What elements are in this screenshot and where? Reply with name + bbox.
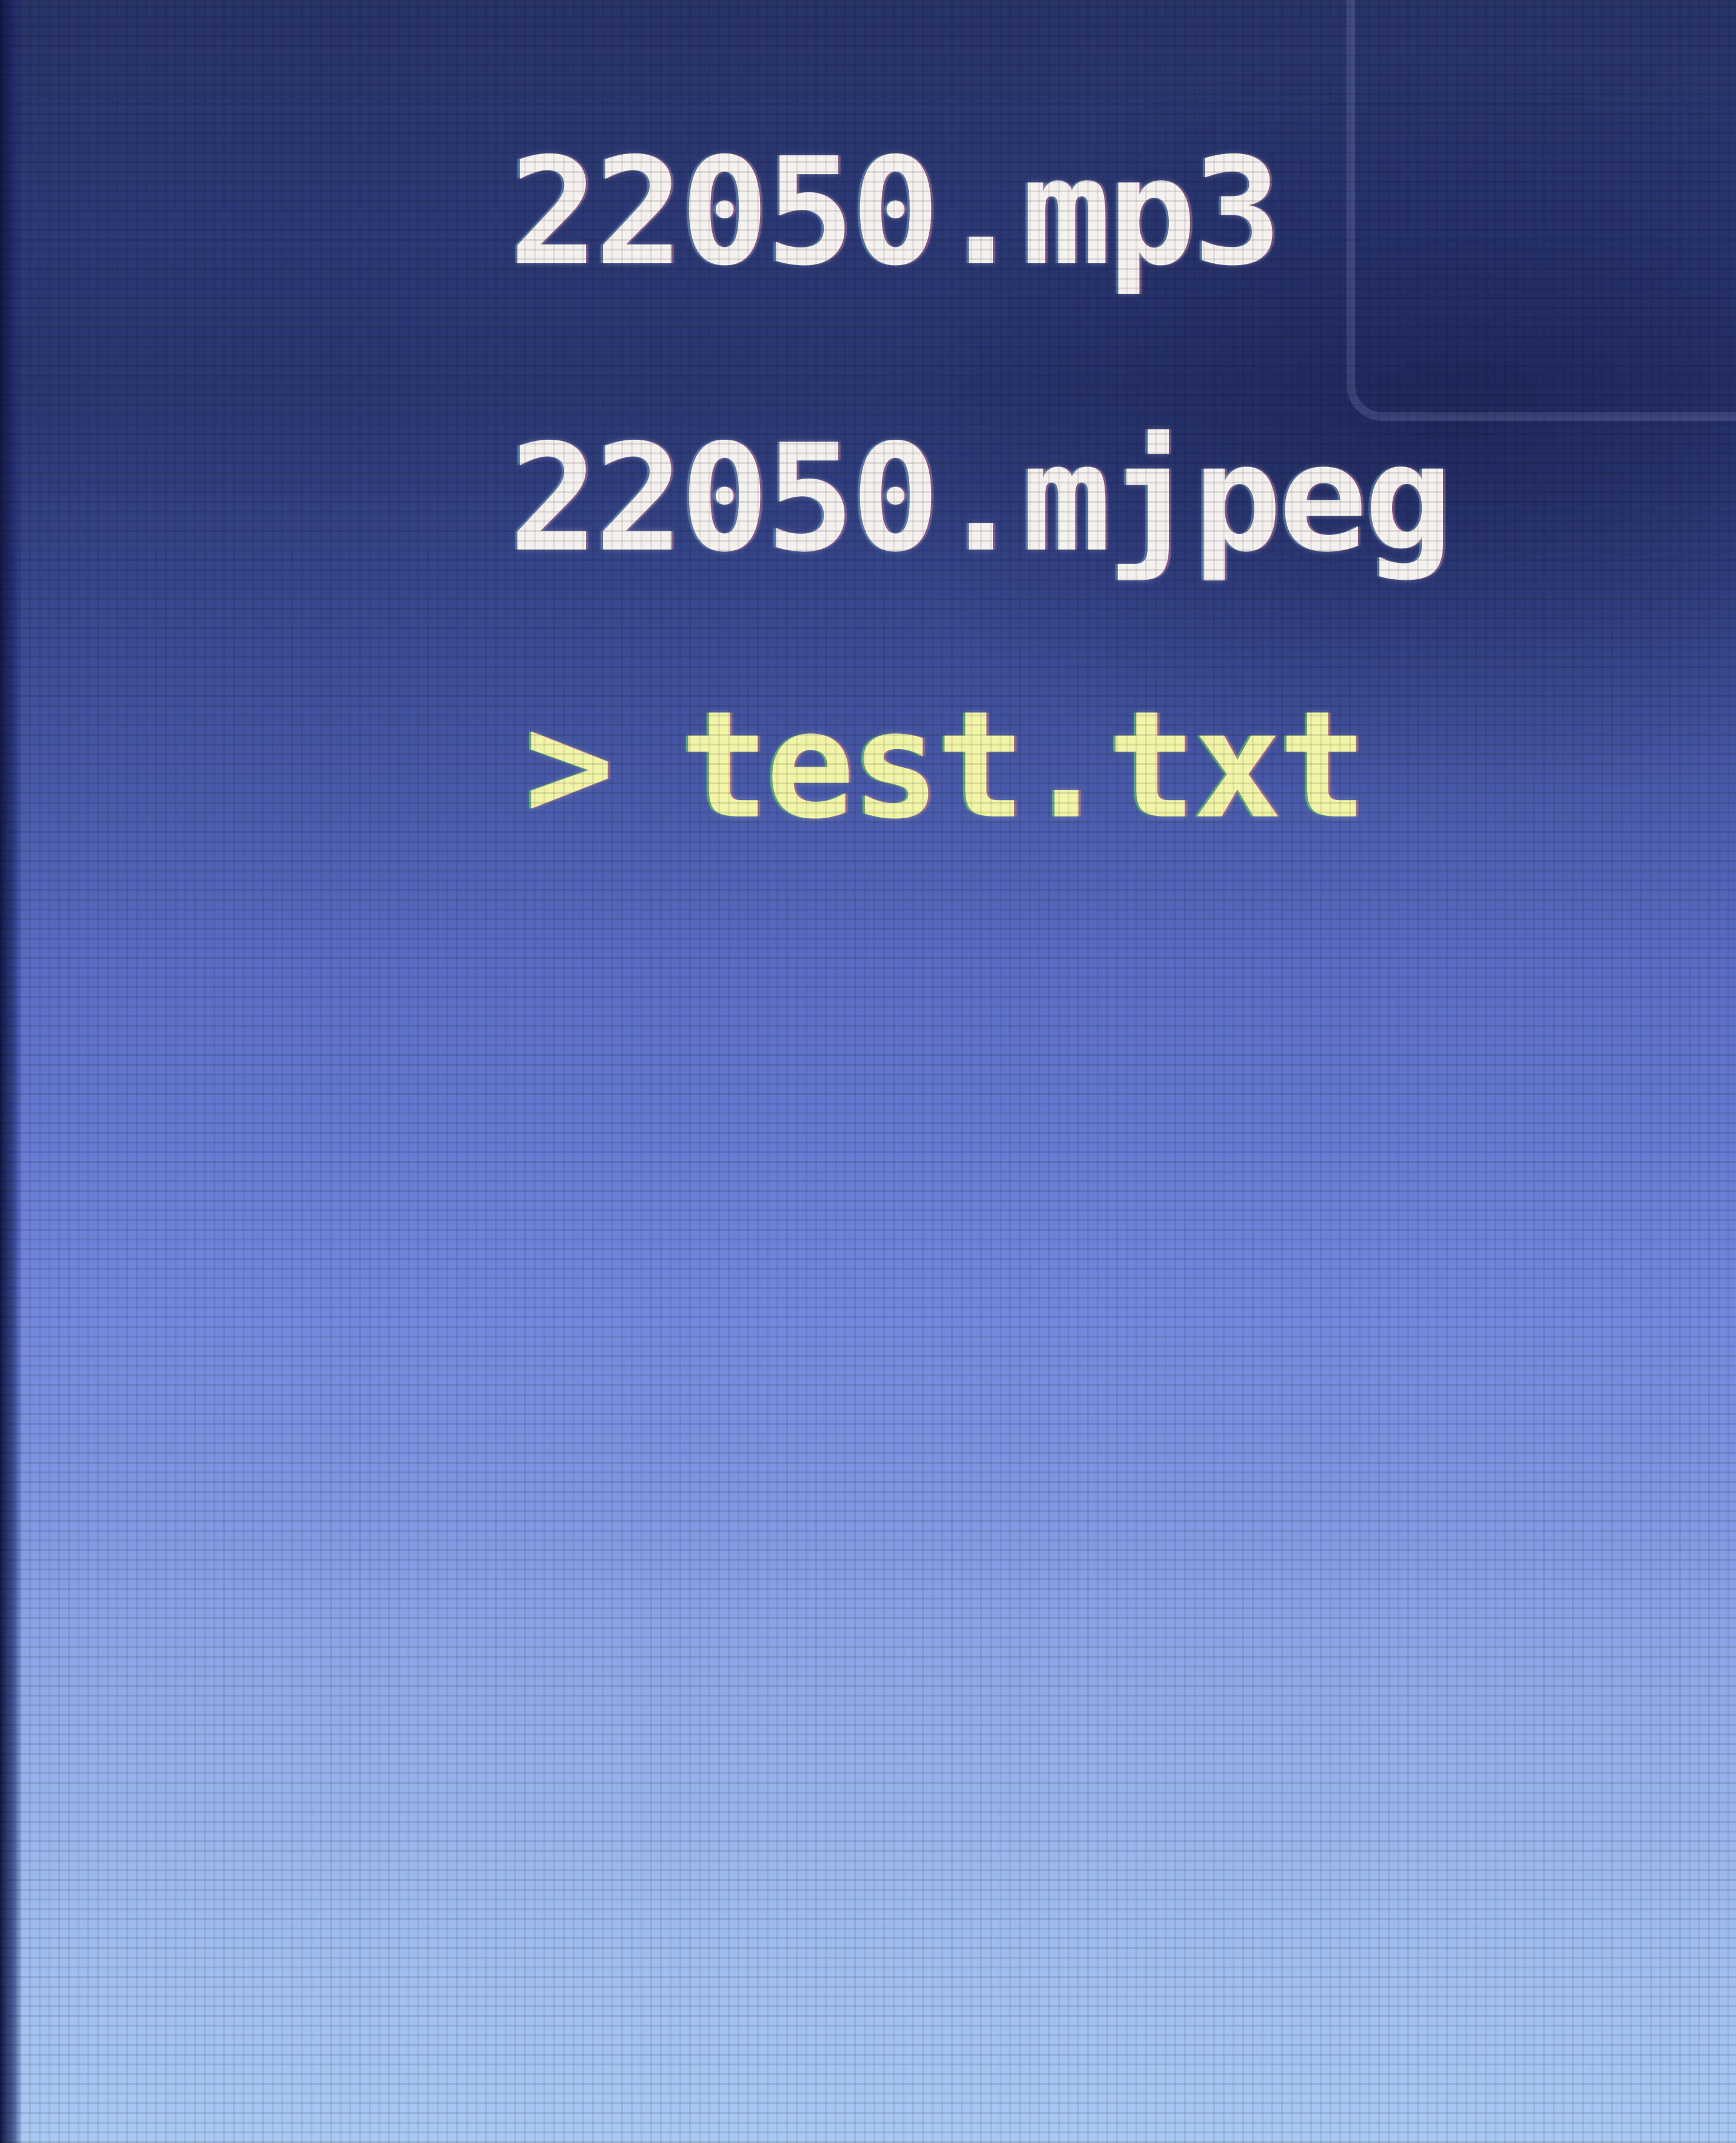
lcd-screen: 22050.mp3 22050.mjpeg > test.txt xyxy=(0,0,1736,2143)
selection-cursor-icon: > xyxy=(525,679,614,852)
file-name: test.txt xyxy=(680,679,1367,852)
file-list-item-selected[interactable]: > test.txt xyxy=(12,529,1367,844)
file-list-item[interactable]: 22050.mjpeg xyxy=(0,262,1453,577)
file-list-item[interactable]: 22050.mp3 xyxy=(0,0,1282,291)
